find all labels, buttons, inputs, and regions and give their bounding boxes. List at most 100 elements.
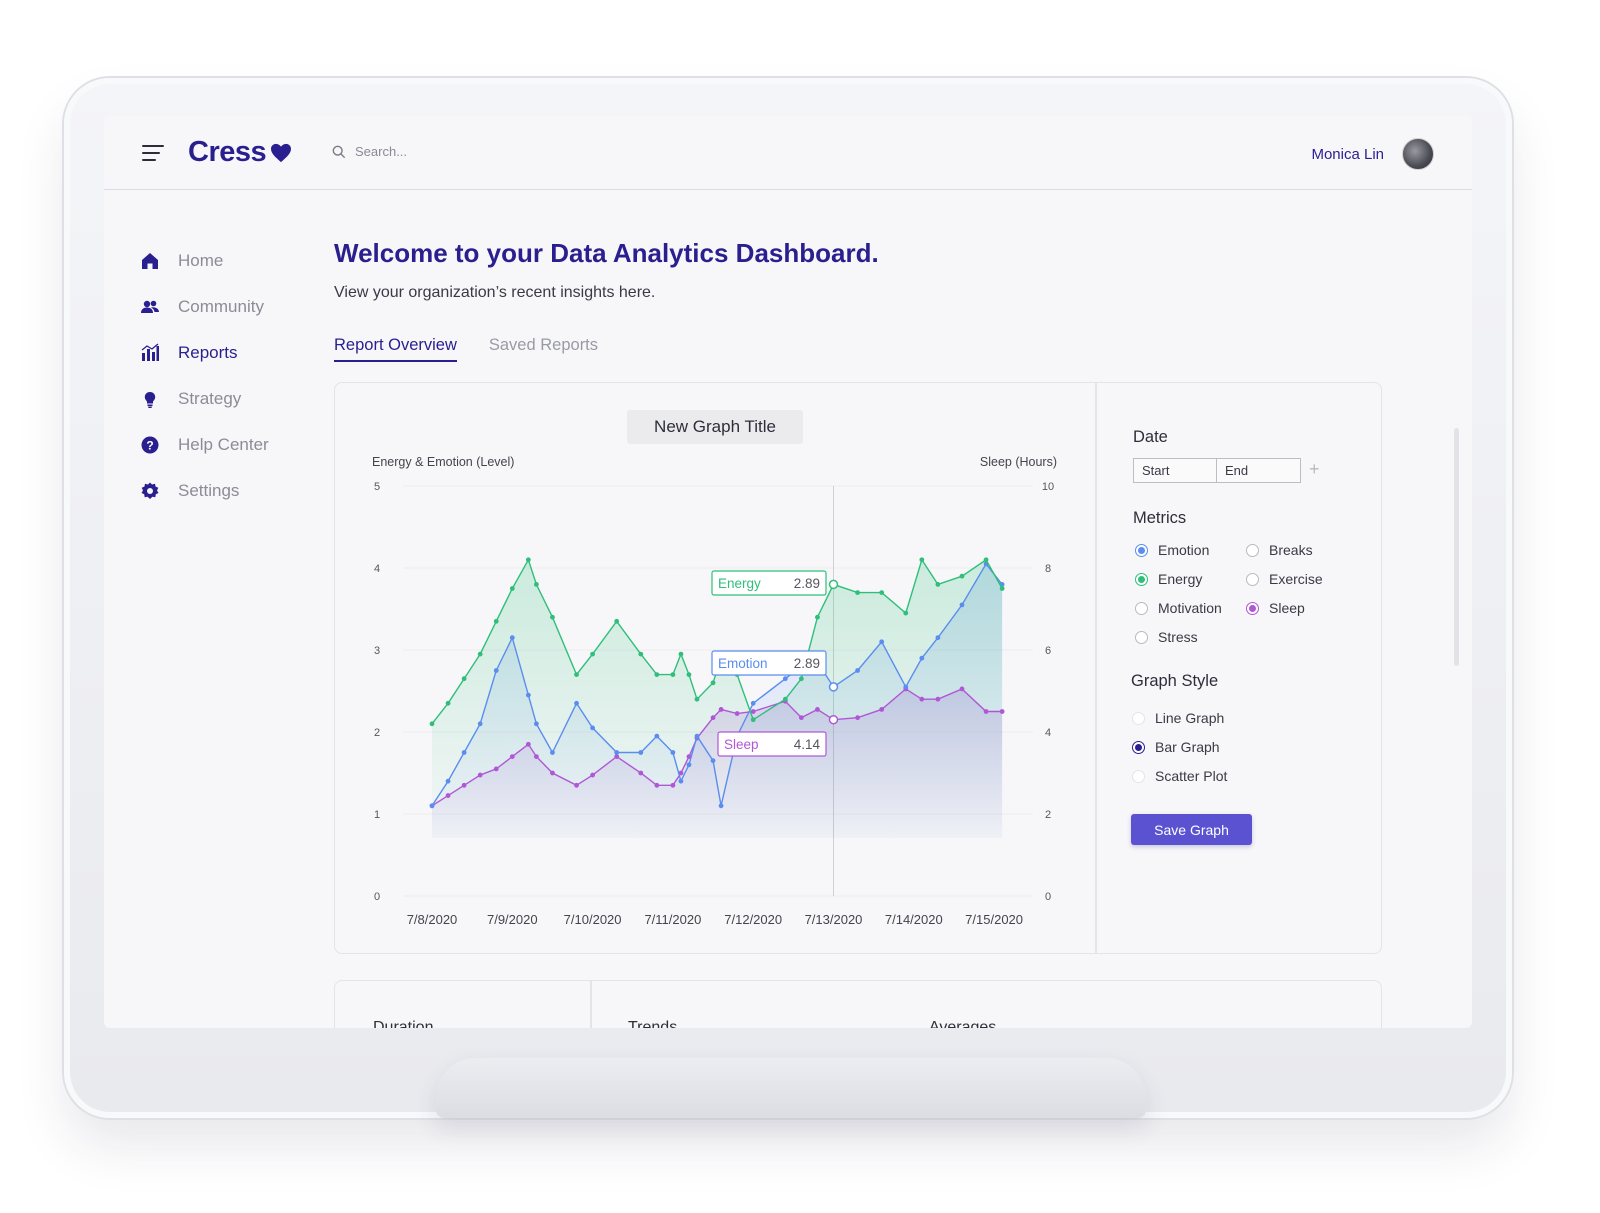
metric-energy[interactable]: Energy [1135,571,1202,587]
style-bar-graph[interactable]: Bar Graph [1132,739,1220,755]
end-date-field[interactable] [1217,458,1301,483]
data-point [798,715,804,721]
question-icon: ? [141,436,159,454]
trends-heading: Trends [628,1019,678,1028]
data-point [670,750,676,755]
sidebar-item-home[interactable]: Home [140,238,269,284]
report-tabs: Report Overview Saved Reports [334,336,598,362]
sidebar-item-reports[interactable]: Reports [140,330,269,376]
data-point [638,770,644,776]
start-date-field[interactable] [1133,458,1217,483]
user-name[interactable]: Monica Lin [1311,146,1384,163]
line-chart[interactable]: 0 0 1 2 2 4 3 6 4 8 5 10 Energy & Emotion (Level) Sle… [335,383,1095,955]
x-tick-label: 7/8/2020 [407,912,458,927]
sidebar-item-community[interactable]: Community [140,284,269,330]
hover-marker [828,579,839,590]
tab-report-overview[interactable]: Report Overview [334,336,457,362]
data-point [654,782,660,788]
data-point [855,590,860,595]
data-point [525,692,531,698]
y-tick-label: 2 [374,727,380,739]
y-tick-label: 1 [374,809,380,821]
hover-marker [828,714,839,725]
home-icon [142,253,158,269]
metric-sleep[interactable]: Sleep [1246,600,1305,616]
sidebar-item-settings[interactable]: Settings [140,468,269,514]
user-menu[interactable]: Monica Lin [1311,138,1434,170]
x-tick-label: 7/12/2020 [724,912,782,927]
data-point [493,766,499,772]
data-point [919,655,925,661]
avatar[interactable] [1402,138,1434,170]
tooltip-value: 2.89 [794,576,820,591]
tab-saved-reports[interactable]: Saved Reports [489,336,598,362]
search-bar[interactable] [332,144,595,159]
data-point [959,686,965,692]
menu-icon[interactable] [142,145,164,163]
data-point [525,741,531,747]
metric-emotion[interactable]: Emotion [1135,542,1209,558]
x-tick-label: 7/11/2020 [644,912,701,927]
search-input[interactable] [355,144,595,159]
data-point [815,614,820,620]
data-point [694,696,700,702]
add-date-button[interactable]: + [1309,459,1320,480]
metric-label: Energy [1158,571,1203,587]
date-range [1133,458,1301,483]
sidebar-item-help-center[interactable]: ? Help Center [140,422,269,468]
style-label: Line Graph [1155,710,1225,726]
metric-exercise[interactable]: Exercise [1246,571,1323,587]
data-point [935,635,941,641]
data-point [694,733,700,739]
graph-title-input[interactable]: New Graph Title [627,410,803,444]
data-point [815,707,820,712]
style-label: Bar Graph [1155,739,1220,755]
app-logo[interactable]: Cress [188,136,292,169]
y-tick-label: 5 [374,481,380,493]
search-icon [332,145,346,158]
data-point [903,684,909,690]
data-point [798,676,804,682]
heart-icon [271,143,292,162]
data-point [445,700,451,706]
y-tick-label: 0 [374,891,380,903]
data-point [710,680,716,686]
data-point [935,696,941,702]
data-point [678,778,684,784]
data-point [935,582,941,587]
metric-label: Stress [1158,629,1198,645]
data-point [855,668,860,673]
data-point [638,750,644,755]
data-point [678,651,684,657]
data-point [533,754,539,759]
y-tick-label: 4 [374,563,380,575]
y-axis-label: Energy & Emotion (Level) [372,455,514,469]
sidebar-item-label: Community [178,297,264,316]
data-point [477,772,483,778]
data-point [461,750,467,755]
panel-scrollbar[interactable] [1454,428,1459,666]
metrics-heading: Metrics [1133,509,1187,527]
data-point [461,676,467,682]
data-point [590,725,595,731]
x-tick-label: 7/13/2020 [805,912,863,927]
sidebar-item-strategy[interactable]: Strategy [140,376,269,422]
metric-label: Sleep [1269,600,1305,616]
data-point [983,557,989,563]
top-bar: Cress Monica Lin [104,116,1472,190]
metric-breaks[interactable]: Breaks [1246,542,1313,558]
radio-icon [1246,601,1259,615]
metric-stress[interactable]: Stress [1135,629,1198,645]
style-scatter-plot[interactable]: Scatter Plot [1132,768,1227,784]
data-point [590,772,595,778]
radio-icon [1135,601,1148,615]
data-point [750,700,756,706]
style-label: Scatter Plot [1155,768,1228,784]
save-graph-button[interactable]: Save Graph [1131,814,1252,845]
data-point [654,672,660,677]
metric-label: Breaks [1269,542,1313,558]
style-line-graph[interactable]: Line Graph [1132,710,1224,726]
data-point [525,557,531,563]
metric-motivation[interactable]: Motivation [1135,600,1222,616]
data-point [445,793,451,798]
